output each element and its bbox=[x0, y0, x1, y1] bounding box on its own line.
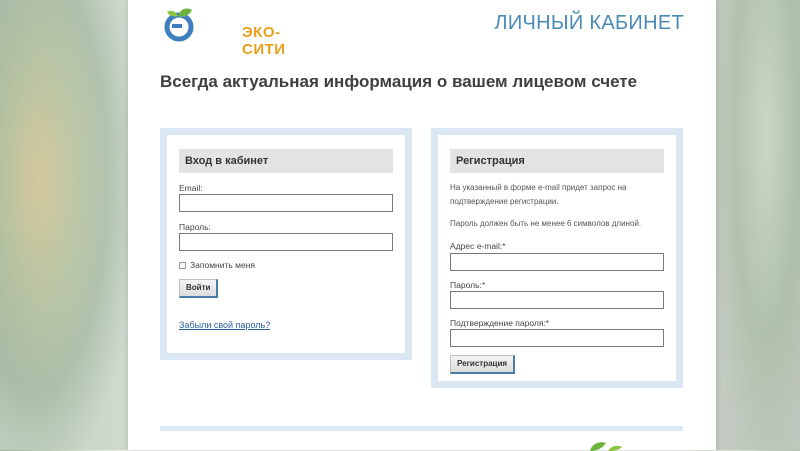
login-password-input[interactable] bbox=[179, 233, 393, 251]
login-panel-body: Вход в кабинет Email: Пароль: Запомнить … bbox=[167, 135, 405, 353]
registration-confirm-label: Подтверждение пароля:* bbox=[450, 318, 550, 328]
login-password-label: Пароль: bbox=[179, 222, 211, 232]
registration-note-password: Пароль должен быть не менее 6 символов д… bbox=[450, 219, 642, 228]
eco-city-logo-icon bbox=[164, 8, 194, 42]
background-right bbox=[716, 0, 800, 450]
registration-note-confirm: На указанный в форме e-mail придет запро… bbox=[450, 183, 627, 206]
footer-divider bbox=[160, 426, 683, 431]
registration-password-label: Пароль:* bbox=[450, 280, 486, 290]
registration-email-label: Адрес e-mail:* bbox=[450, 241, 506, 251]
login-button[interactable]: Войти bbox=[179, 279, 219, 298]
remember-me-row[interactable]: Запомнить меня bbox=[179, 260, 255, 270]
registration-password-input[interactable] bbox=[450, 291, 664, 309]
registration-panel-body: Регистрация На указанный в форме e-mail … bbox=[438, 135, 676, 381]
page-title: ЛИЧНЫЙ КАБИНЕТ bbox=[494, 12, 684, 34]
forgot-password-link[interactable]: Забыли свой пароль? bbox=[179, 320, 270, 330]
brand-logo[interactable]: ЭКО-СИТИ bbox=[162, 6, 292, 58]
login-email-input[interactable] bbox=[179, 194, 393, 212]
login-email-label: Email: bbox=[179, 183, 203, 193]
header: ЭКО-СИТИ ЛИЧНЫЙ КАБИНЕТ bbox=[128, 0, 716, 60]
register-button[interactable]: Регистрация bbox=[450, 355, 516, 374]
background-left bbox=[0, 0, 128, 450]
login-panel: Вход в кабинет Email: Пароль: Запомнить … bbox=[160, 128, 412, 360]
footer-leaf-icon bbox=[590, 442, 622, 451]
registration-confirm-input[interactable] bbox=[450, 329, 664, 347]
registration-panel: Регистрация На указанный в форме e-mail … bbox=[431, 128, 683, 388]
remember-me-checkbox[interactable] bbox=[179, 261, 186, 269]
remember-me-label: Запомнить меня bbox=[190, 260, 256, 270]
registration-email-input[interactable] bbox=[450, 253, 664, 271]
registration-title: Регистрация bbox=[450, 149, 664, 173]
brand-name: ЭКО-СИТИ bbox=[242, 24, 286, 58]
headline: Всегда актуальная информация о вашем лиц… bbox=[160, 72, 638, 91]
login-title: Вход в кабинет bbox=[179, 149, 393, 173]
page-container: ЭКО-СИТИ ЛИЧНЫЙ КАБИНЕТ Всегда актуальна… bbox=[128, 0, 716, 451]
